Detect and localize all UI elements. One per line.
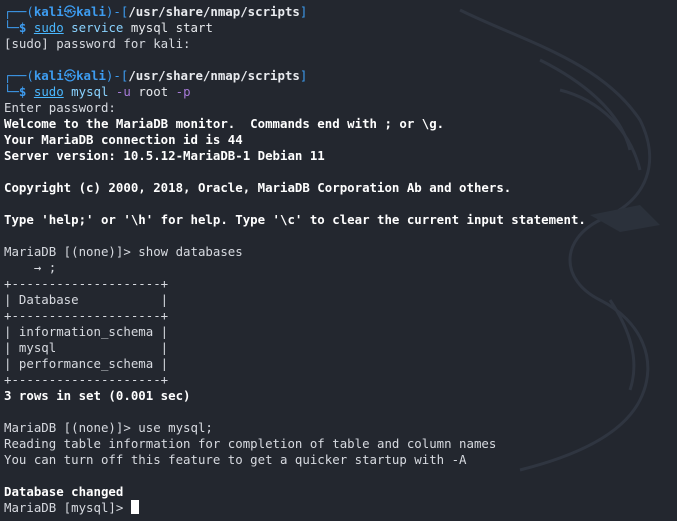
enter-password-text: Enter password: [4, 100, 116, 115]
table-row: | performance_schema | [4, 356, 169, 371]
mariadb-prompt-use-mysql: MariaDB [(none)]> use mysql; [4, 420, 213, 435]
server-version-text: Server version: 10.5.12-MariaDB-1 Debian… [4, 148, 325, 163]
table-row: | mysql | [4, 340, 169, 355]
sudo-keyword: sudo [33, 20, 64, 35]
mariadb-prompt-show-databases: MariaDB [(none)]> show databases [4, 244, 243, 259]
mariadb-mysql-prompt: MariaDB [mysql]> [4, 500, 131, 515]
table-border: +--------------------+ [4, 308, 169, 323]
continuation-line: → ; [4, 260, 57, 275]
current-input-line[interactable]: MariaDB [mysql]> [4, 500, 677, 516]
table-border: +--------------------+ [4, 372, 169, 387]
reading-table-info-text: Reading table information for completion… [4, 436, 497, 451]
welcome-text: Welcome to the MariaDB monitor. Commands… [4, 116, 445, 131]
help-text: Type 'help;' or '\h' for help. Type '\c'… [4, 212, 586, 227]
database-changed-text: Database changed [4, 484, 124, 499]
command-line-1: └─$ sudo service mysql start [4, 20, 213, 35]
table-row: | information_schema | [4, 324, 169, 339]
table-border: +--------------------+ [4, 276, 169, 291]
rows-summary: 3 rows in set (0.001 sec) [4, 388, 191, 403]
table-header: | Database | [4, 292, 169, 307]
text-cursor [130, 500, 139, 514]
terminal-output[interactable]: ┌──(kali㉿kali)-[/usr/share/nmap/scripts]… [4, 4, 677, 516]
prompt-line-1-top: ┌──(kali㉿kali)-[/usr/share/nmap/scripts] [4, 4, 308, 19]
connection-id-text: Your MariaDB connection id is 44 [4, 132, 243, 147]
turn-off-feature-text: You can turn off this feature to get a q… [4, 452, 467, 467]
command-line-2: └─$ sudo mysql -u root -p [4, 84, 191, 99]
sudo-password-prompt: [sudo] password for kali: [4, 36, 191, 51]
prompt-line-2-top: ┌──(kali㉿kali)-[/usr/share/nmap/scripts] [4, 68, 308, 83]
copyright-text: Copyright (c) 2000, 2018, Oracle, MariaD… [4, 180, 512, 195]
